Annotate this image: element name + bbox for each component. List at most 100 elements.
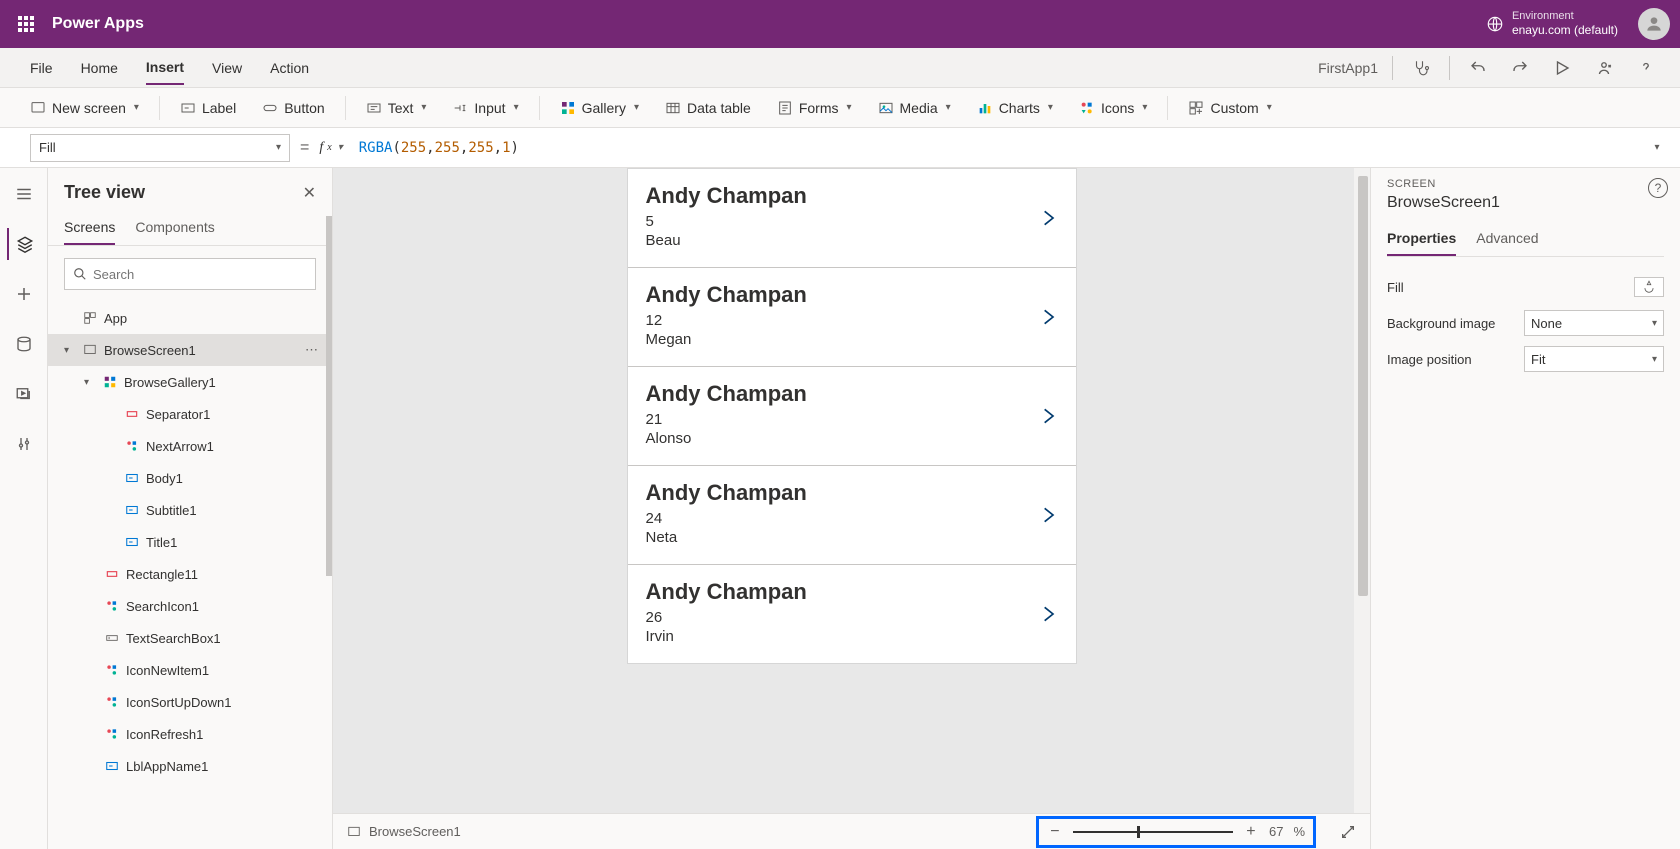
scrollbar-thumb[interactable] (1358, 176, 1368, 596)
canvas-scrollbar-vertical[interactable] (1354, 168, 1370, 813)
play-button[interactable] (1548, 54, 1576, 82)
tab-screens[interactable]: Screens (64, 211, 115, 245)
insert-media-button[interactable]: Media ▾ (868, 94, 961, 122)
stethoscope-icon (1412, 59, 1430, 77)
menu-action[interactable]: Action (270, 52, 309, 84)
app-name-label[interactable]: FirstApp1 (1318, 60, 1378, 76)
browse-gallery-preview[interactable]: Andy Champan 5 Beau Andy Champan 12 Mega… (627, 168, 1077, 664)
tree-node-browsescreen[interactable]: ▾ BrowseScreen1 ⋯ (48, 334, 332, 366)
menu-view[interactable]: View (212, 52, 242, 84)
tree-node-subtitle[interactable]: Subtitle1 (48, 494, 332, 526)
gallery-item[interactable]: Andy Champan 26 Irvin (628, 565, 1076, 663)
tree-node-iconrefresh[interactable]: IconRefresh1 (48, 718, 332, 750)
label-tree-icon (104, 758, 120, 774)
zoom-in-button[interactable]: + (1243, 823, 1259, 841)
insert-icons-button[interactable]: Icons ▾ (1069, 94, 1158, 122)
fx-button[interactable]: fx ▾ (319, 140, 342, 156)
icon-tree-icon (104, 694, 120, 710)
tab-components[interactable]: Components (135, 211, 214, 245)
rail-data-button[interactable] (8, 328, 40, 360)
redo-button[interactable] (1506, 54, 1534, 82)
user-avatar[interactable] (1638, 8, 1670, 40)
rail-hamburger-button[interactable] (8, 178, 40, 210)
scrollbar-thumb[interactable] (326, 216, 332, 576)
insert-datatable-button[interactable]: Data table (655, 94, 761, 122)
tree-search-box[interactable] (64, 258, 316, 290)
chevron-right-icon[interactable] (1038, 598, 1058, 630)
insert-custom-button[interactable]: Custom ▾ (1178, 94, 1281, 122)
formula-input[interactable]: RGBA(255, 255, 255, 1) (353, 134, 1632, 162)
prop-bgimage-dropdown[interactable]: None ▾ (1524, 310, 1664, 336)
canvas-area[interactable]: Andy Champan 5 Beau Andy Champan 12 Mega… (333, 168, 1370, 849)
insert-label-button[interactable]: Label (170, 94, 246, 122)
tree-search-input[interactable] (93, 267, 307, 282)
chevron-right-icon[interactable] (1038, 400, 1058, 432)
zoom-slider-thumb[interactable] (1137, 826, 1140, 838)
zoom-out-button[interactable]: − (1047, 823, 1063, 841)
rail-treeview-button[interactable] (7, 228, 39, 260)
insert-input-button[interactable]: Input ▾ (442, 94, 528, 122)
tree-node-title[interactable]: Title1 (48, 526, 332, 558)
media-rail-icon (15, 385, 33, 403)
tree-node-body[interactable]: Body1 (48, 462, 332, 494)
undo-button[interactable] (1464, 54, 1492, 82)
rail-tools-button[interactable] (8, 428, 40, 460)
insert-text-button[interactable]: Text ▾ (356, 94, 437, 122)
tree-node-searchicon[interactable]: SearchIcon1 (48, 590, 332, 622)
gallery-item[interactable]: Andy Champan 21 Alonso (628, 367, 1076, 466)
tree-node-iconnewitem[interactable]: IconNewItem1 (48, 654, 332, 686)
help-button[interactable] (1632, 54, 1660, 82)
props-tab-advanced[interactable]: Advanced (1476, 222, 1538, 256)
tree-node-browsegallery[interactable]: ▾ BrowseGallery1 (48, 366, 332, 398)
new-screen-button[interactable]: New screen ▾ (20, 94, 149, 122)
custom-icon (1188, 100, 1204, 116)
tree-node-separator[interactable]: Separator1 (48, 398, 332, 430)
prop-fill-color-picker[interactable] (1634, 277, 1664, 297)
menu-file[interactable]: File (30, 52, 53, 84)
gallery-item-title: Andy Champan (646, 282, 1058, 308)
formula-expand-button[interactable]: ▾ (1642, 142, 1670, 153)
table-icon (665, 100, 681, 116)
label-tree-icon (124, 470, 140, 486)
gallery-item-title: Andy Champan (646, 579, 1058, 605)
tree-node-rectangle[interactable]: Rectangle11 (48, 558, 332, 590)
prop-imgpos-value: Fit (1531, 352, 1545, 367)
node-more-button[interactable]: ⋯ (305, 342, 320, 358)
fit-to-window-button[interactable] (1340, 824, 1356, 840)
app-checker-button[interactable] (1407, 54, 1435, 82)
forms-label: Forms (799, 100, 839, 116)
tree-close-button[interactable]: ✕ (303, 183, 316, 203)
rail-media-button[interactable] (8, 378, 40, 410)
gallery-item-title: Andy Champan (646, 381, 1058, 407)
environment-picker[interactable]: Environment enayu.com (default) (1486, 10, 1618, 38)
menu-home[interactable]: Home (81, 52, 118, 84)
insert-charts-button[interactable]: Charts ▾ (967, 94, 1063, 122)
chevron-right-icon[interactable] (1038, 301, 1058, 333)
insert-button-button[interactable]: Button (252, 94, 334, 122)
insert-forms-button[interactable]: Forms ▾ (767, 94, 862, 122)
gallery-item[interactable]: Andy Champan 5 Beau (628, 169, 1076, 268)
insert-gallery-button[interactable]: Gallery ▾ (550, 94, 649, 122)
app-launcher-button[interactable] (10, 8, 42, 40)
text-label: Text (388, 100, 414, 116)
chevron-right-icon[interactable] (1038, 499, 1058, 531)
gallery-item[interactable]: Andy Champan 12 Megan (628, 268, 1076, 367)
insert-ribbon: New screen ▾ Label Button Text ▾ Input ▾… (0, 88, 1680, 128)
gallery-item[interactable]: Andy Champan 24 Neta (628, 466, 1076, 565)
props-tab-properties[interactable]: Properties (1387, 222, 1456, 256)
node-label: Rectangle11 (126, 567, 198, 582)
prop-imgpos-dropdown[interactable]: Fit ▾ (1524, 346, 1664, 372)
chevron-right-icon[interactable] (1038, 202, 1058, 234)
panel-help-button[interactable]: ? (1648, 178, 1668, 198)
zoom-slider[interactable] (1073, 831, 1233, 833)
tree-node-nextarrow[interactable]: NextArrow1 (48, 430, 332, 462)
chevron-down-icon: ▾ (1142, 102, 1147, 113)
share-button[interactable] (1590, 54, 1618, 82)
tree-node-app[interactable]: App (48, 302, 332, 334)
rail-insert-button[interactable] (8, 278, 40, 310)
property-selector[interactable]: Fill ▾ (30, 134, 290, 162)
menu-insert[interactable]: Insert (146, 51, 184, 85)
tree-node-textsearchbox[interactable]: TextSearchBox1 (48, 622, 332, 654)
tree-node-iconsort[interactable]: IconSortUpDown1 (48, 686, 332, 718)
tree-node-lblappname[interactable]: LblAppName1 (48, 750, 332, 782)
